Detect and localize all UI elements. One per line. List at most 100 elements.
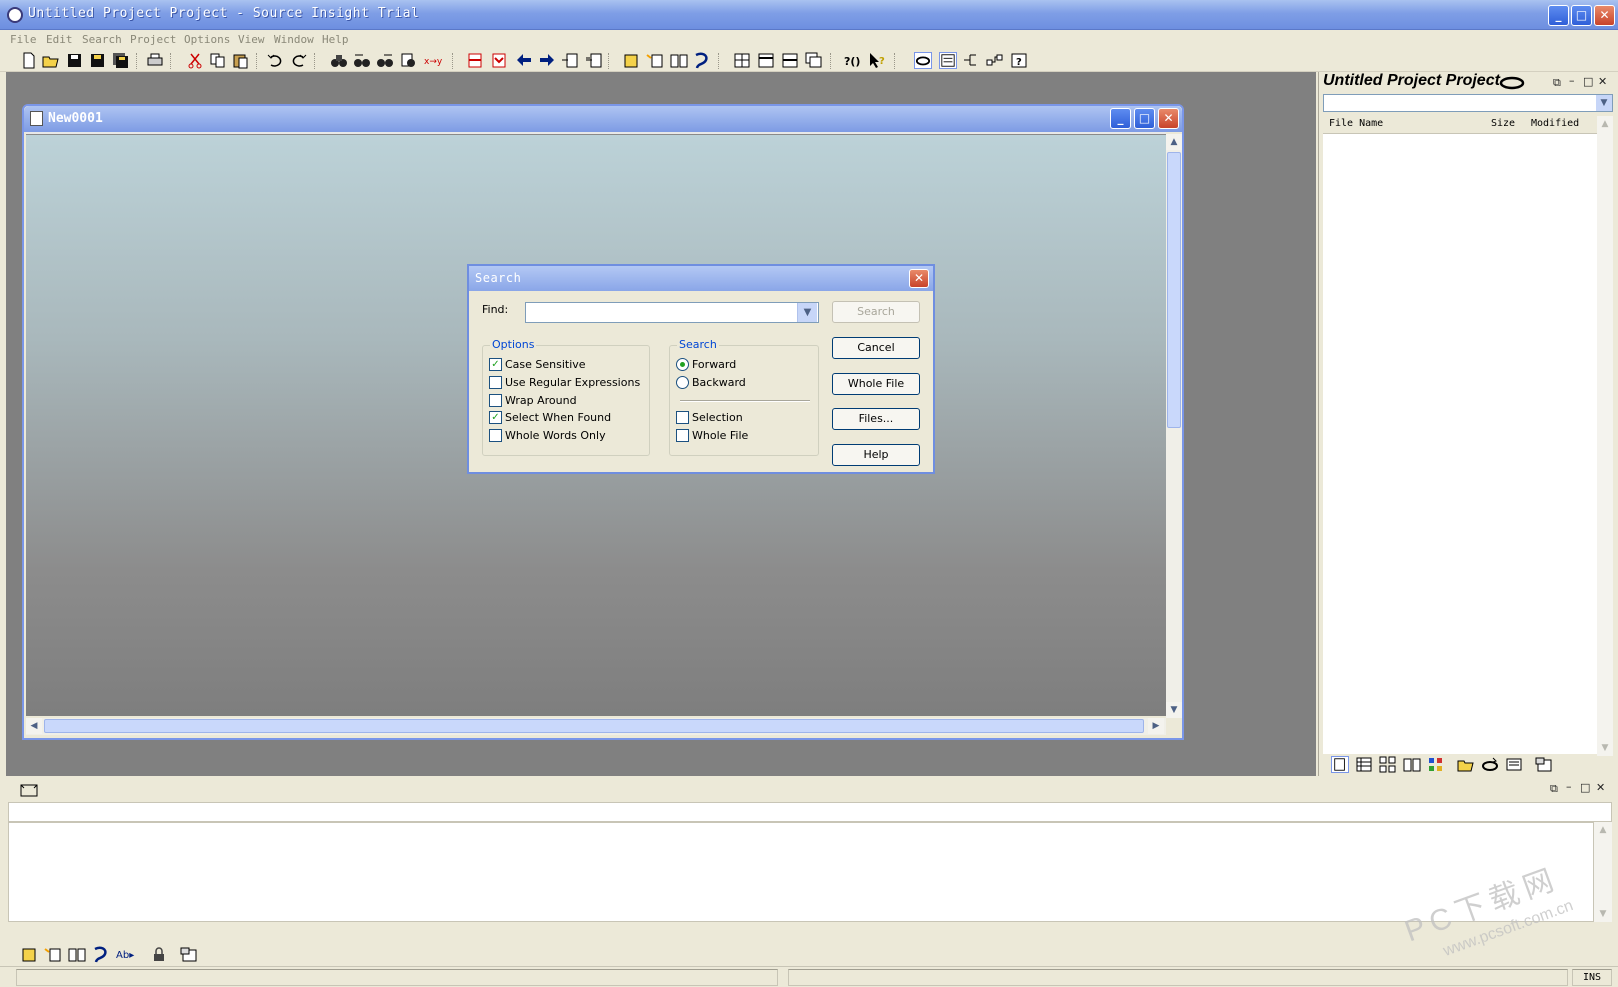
browse-book-icon[interactable]	[1403, 756, 1421, 773]
save-copy-icon[interactable]	[112, 52, 130, 69]
panel-minimize-icon[interactable]: –	[1569, 74, 1575, 87]
tile-icon[interactable]	[733, 52, 751, 69]
undo-icon[interactable]	[266, 52, 284, 69]
menu-project[interactable]: Project	[130, 33, 176, 46]
panel-minimize-icon[interactable]: –	[1566, 780, 1572, 793]
panel-float-icon[interactable]: ⧉	[1553, 76, 1561, 90]
context-view[interactable]	[8, 822, 1594, 922]
panel-float-icon[interactable]: ⧉	[1550, 782, 1558, 796]
replace-icon[interactable]: x→y	[424, 52, 442, 69]
close-button[interactable]: ✕	[1594, 5, 1615, 26]
project-list-scrollbar[interactable]: ▲ ▼	[1597, 116, 1613, 756]
minimize-button[interactable]: _	[1548, 5, 1569, 26]
cancel-button[interactable]: Cancel	[832, 337, 920, 359]
project-file-filter-combo[interactable]: ▼	[1323, 94, 1613, 112]
browse-book-icon[interactable]	[68, 946, 86, 963]
use-regex-checkbox[interactable]: Use Regular Expressions	[489, 375, 640, 390]
hscroll-thumb[interactable]	[44, 719, 1144, 733]
forward-radio[interactable]: Forward	[676, 357, 736, 372]
project-icon[interactable]	[914, 52, 932, 69]
file-details-icon[interactable]	[1355, 756, 1373, 773]
find-files-icon[interactable]	[400, 52, 418, 69]
lock-icon[interactable]	[150, 946, 168, 963]
editor-horizontal-scrollbar[interactable]: ◀ ▶	[26, 718, 1166, 735]
scroll-up-icon[interactable]: ▲	[1166, 134, 1182, 150]
project-settings-icon[interactable]	[1535, 756, 1553, 773]
save-icon[interactable]	[66, 52, 84, 69]
panel-maximize-icon[interactable]: □	[1580, 781, 1590, 794]
menu-file[interactable]: File	[10, 33, 37, 46]
scroll-up-icon[interactable]: ▲	[1597, 116, 1613, 132]
reference-icon[interactable]	[92, 946, 110, 963]
category-icon[interactable]	[1379, 756, 1397, 773]
project-file-list[interactable]	[1323, 134, 1597, 754]
lookup-icon[interactable]: ?()	[844, 52, 862, 69]
reference-icon[interactable]	[693, 52, 711, 69]
col-file-name[interactable]: File Name	[1329, 118, 1383, 129]
scroll-down-icon[interactable]: ▼	[1166, 702, 1182, 718]
project-window-icon[interactable]	[939, 52, 957, 69]
file-list-icon[interactable]	[1331, 756, 1349, 773]
print-icon[interactable]	[146, 52, 164, 69]
symbol-window-icon[interactable]	[622, 52, 640, 69]
chevron-down-icon[interactable]: ▼	[1596, 95, 1612, 111]
whole-file-button[interactable]: Whole File	[832, 373, 920, 395]
context-help-icon[interactable]: ?	[868, 52, 886, 69]
project-report-icon[interactable]	[1505, 756, 1523, 773]
project-sync-icon[interactable]	[1481, 756, 1499, 773]
relation-graph-icon[interactable]	[962, 52, 980, 69]
whole-words-only-checkbox[interactable]: Whole Words Only	[489, 428, 606, 443]
open-file-icon[interactable]	[42, 52, 60, 69]
find-icon[interactable]	[330, 52, 348, 69]
jump-in-icon[interactable]	[561, 52, 579, 69]
browse-icon[interactable]	[670, 52, 688, 69]
bookmark-icon[interactable]	[466, 52, 484, 69]
find-prev-icon[interactable]	[353, 52, 371, 69]
copy-icon[interactable]	[209, 52, 227, 69]
symbol-color-icon[interactable]	[1427, 756, 1445, 773]
context-input[interactable]	[8, 802, 1612, 822]
symbol-window-icon[interactable]	[20, 946, 38, 963]
menu-help[interactable]: Help	[322, 33, 349, 46]
doc-close-button[interactable]: ✕	[1158, 108, 1179, 129]
symbol-layout-icon[interactable]	[986, 52, 1004, 69]
wrap-around-checkbox[interactable]: Wrap Around	[489, 393, 577, 408]
scroll-right-icon[interactable]: ▶	[1148, 718, 1164, 734]
find-input[interactable]	[525, 302, 819, 323]
bookmark-next-icon[interactable]	[490, 52, 508, 69]
files-button[interactable]: Files...	[832, 408, 920, 430]
context-scrollbar[interactable]: ▲ ▼	[1594, 822, 1612, 922]
scroll-up-icon[interactable]: ▲	[1595, 822, 1611, 838]
select-when-found-checkbox[interactable]: ✓ Select When Found	[489, 410, 611, 425]
relation-icon[interactable]	[646, 52, 664, 69]
redo-icon[interactable]	[290, 52, 308, 69]
doc-minimize-button[interactable]: _	[1110, 108, 1131, 129]
new-file-icon[interactable]	[20, 52, 38, 69]
go-forward-icon[interactable]	[538, 52, 556, 69]
dialog-close-icon[interactable]: ✕	[909, 269, 929, 288]
split-h-icon[interactable]	[757, 52, 775, 69]
help-icon[interactable]: ?	[1010, 52, 1028, 69]
col-modified[interactable]: Modified	[1531, 118, 1579, 129]
menu-view[interactable]: View	[238, 33, 265, 46]
panel-close-icon[interactable]: ✕	[1598, 75, 1607, 88]
go-back-icon[interactable]	[515, 52, 533, 69]
settings-icon[interactable]	[180, 946, 198, 963]
search-button[interactable]: Search	[832, 301, 920, 323]
case-sensitive-checkbox[interactable]: ✓ Case Sensitive	[489, 357, 586, 372]
scroll-thumb[interactable]	[1167, 152, 1181, 428]
col-size[interactable]: Size	[1491, 118, 1515, 129]
find-dropdown-chevron-icon[interactable]: ▼	[797, 303, 817, 322]
menu-window[interactable]: Window	[274, 33, 314, 46]
maximize-button[interactable]: □	[1571, 5, 1592, 26]
split-v-icon[interactable]	[781, 52, 799, 69]
font-icon[interactable]: Ab▸	[116, 946, 138, 963]
panel-close-icon[interactable]: ✕	[1596, 781, 1605, 794]
menu-edit[interactable]: Edit	[46, 33, 73, 46]
open-project-icon[interactable]	[1457, 756, 1475, 773]
help-button[interactable]: Help	[832, 444, 920, 466]
menu-options[interactable]: Options	[184, 33, 230, 46]
whole-file-scope-checkbox[interactable]: Whole File	[676, 428, 748, 443]
backward-radio[interactable]: Backward	[676, 375, 746, 390]
cascade-icon[interactable]	[805, 52, 823, 69]
